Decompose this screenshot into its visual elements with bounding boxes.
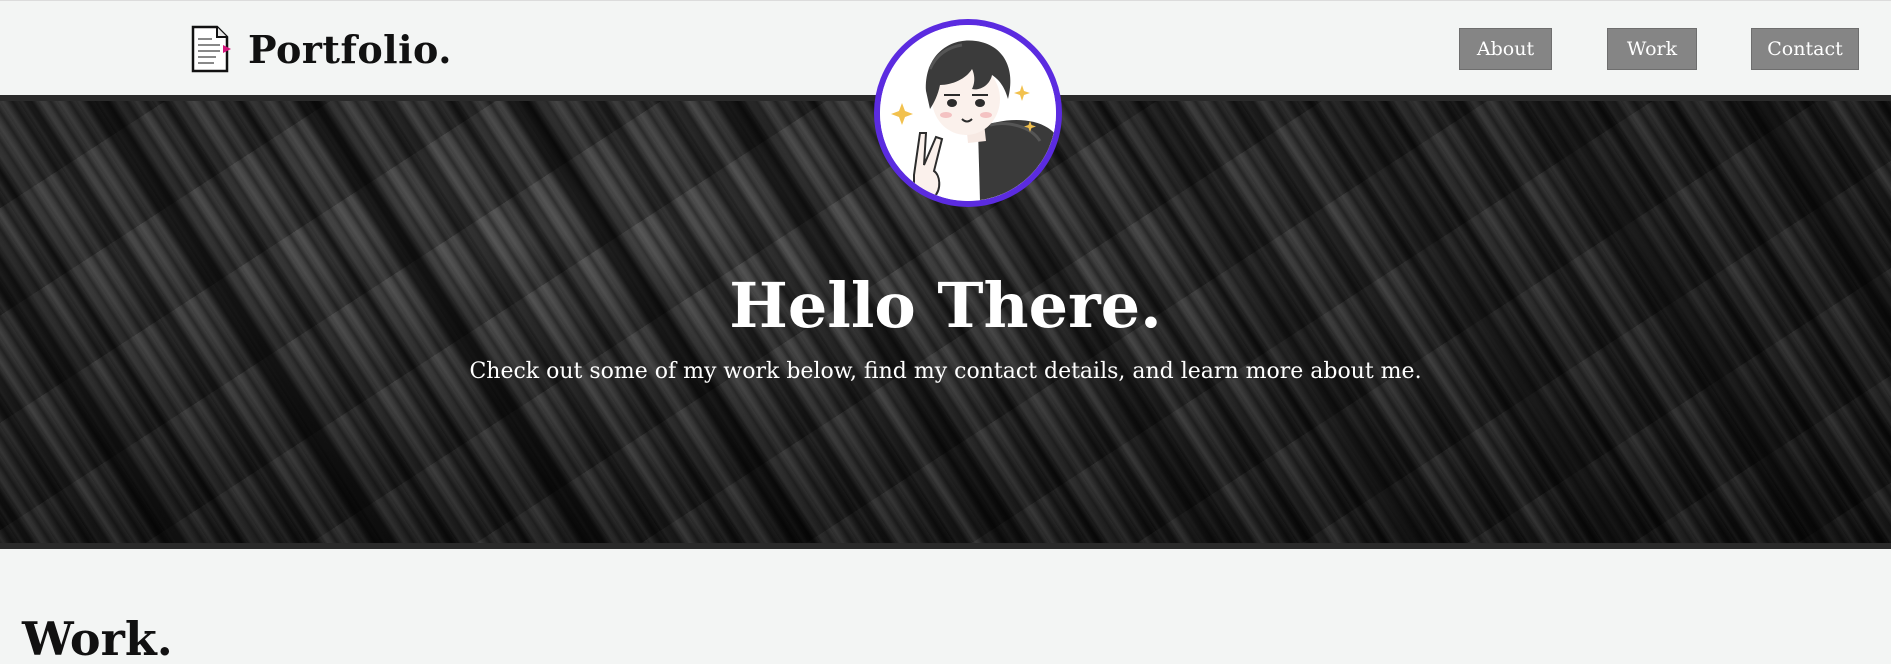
- avatar-illustration-icon: [880, 25, 1056, 201]
- profile-avatar: [874, 19, 1062, 207]
- nav-about-button[interactable]: About: [1459, 28, 1552, 70]
- work-section-title: Work.: [22, 612, 173, 664]
- hero-subtitle: Check out some of my work below, find my…: [469, 359, 1422, 384]
- nav-contact-button[interactable]: Contact: [1751, 28, 1859, 70]
- portfolio-page: Portfolio. About Work Contact Hello Ther…: [0, 0, 1891, 664]
- nav-work-button[interactable]: Work: [1607, 28, 1697, 70]
- hero-title: Hello There.: [729, 269, 1162, 342]
